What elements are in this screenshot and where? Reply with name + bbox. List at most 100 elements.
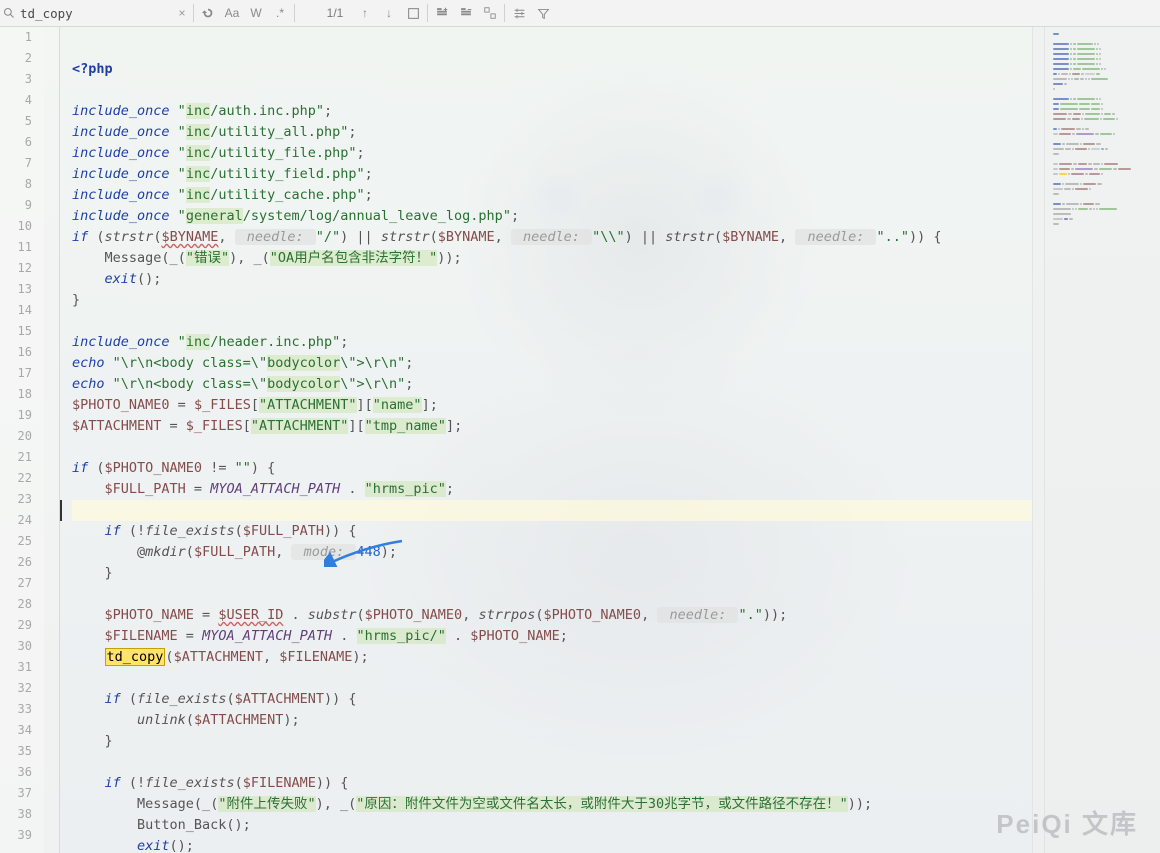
- code-line[interactable]: }: [72, 731, 1032, 752]
- line-number: 22: [0, 468, 32, 489]
- code-line[interactable]: include_once "general/system/log/annual_…: [72, 206, 1032, 227]
- code-line[interactable]: echo "\r\n<body class=\"bodycolor\">\r\n…: [72, 353, 1032, 374]
- line-number: 36: [0, 762, 32, 783]
- line-number: 9: [0, 195, 32, 216]
- line-number: 17: [0, 363, 32, 384]
- code-line[interactable]: [72, 80, 1032, 101]
- find-toolbar: td_copy × Aa W .* 1/1 ↑ ↓: [0, 0, 1160, 27]
- line-number: 21: [0, 447, 32, 468]
- code-line[interactable]: [72, 500, 1032, 521]
- code-line[interactable]: include_once "inc/header.inc.php";: [72, 332, 1032, 353]
- code-line[interactable]: <?php: [72, 59, 1032, 80]
- line-number: 4: [0, 90, 32, 111]
- line-number: 35: [0, 741, 32, 762]
- line-number: 6: [0, 132, 32, 153]
- line-number: 8: [0, 174, 32, 195]
- line-number: 24: [0, 510, 32, 531]
- code-line[interactable]: $FILENAME = MYOA_ATTACH_PATH . "hrms_pic…: [72, 626, 1032, 647]
- code-editor[interactable]: 1234567891011121314151617181920212223242…: [0, 27, 1160, 853]
- code-line[interactable]: if (!file_exists($FILENAME)) {: [72, 773, 1032, 794]
- match-count: 1/1: [317, 6, 353, 20]
- line-number: 18: [0, 384, 32, 405]
- minimap[interactable]: [1044, 27, 1160, 853]
- code-line[interactable]: }: [72, 290, 1032, 311]
- code-line[interactable]: include_once "inc/utility_field.php";: [72, 164, 1032, 185]
- line-number: 20: [0, 426, 32, 447]
- add-selection-icon[interactable]: [430, 1, 454, 25]
- code-line[interactable]: $PHOTO_NAME0 = $_FILES["ATTACHMENT"]["na…: [72, 395, 1032, 416]
- line-number: 14: [0, 300, 32, 321]
- code-line[interactable]: include_once "inc/utility_all.php";: [72, 122, 1032, 143]
- select-all-icon[interactable]: [401, 1, 425, 25]
- code-line[interactable]: if (!file_exists($FULL_PATH)) {: [72, 521, 1032, 542]
- code-area[interactable]: <?phpinclude_once "inc/auth.inc.php";inc…: [60, 27, 1032, 853]
- code-line[interactable]: include_once "inc/utility_cache.php";: [72, 185, 1032, 206]
- line-number: 1: [0, 27, 32, 48]
- line-number: 31: [0, 657, 32, 678]
- code-line[interactable]: Button_Back();: [72, 815, 1032, 836]
- regex-button[interactable]: .*: [268, 1, 292, 25]
- line-number: 30: [0, 636, 32, 657]
- line-number: 29: [0, 615, 32, 636]
- code-line[interactable]: $PHOTO_NAME = $USER_ID . substr($PHOTO_N…: [72, 605, 1032, 626]
- code-line[interactable]: td_copy($ATTACHMENT, $FILENAME);: [72, 647, 1032, 668]
- line-number: 7: [0, 153, 32, 174]
- code-line[interactable]: unlink($ATTACHMENT);: [72, 710, 1032, 731]
- line-number: 34: [0, 720, 32, 741]
- line-number: 26: [0, 552, 32, 573]
- select-occurrences-icon[interactable]: [478, 1, 502, 25]
- code-line[interactable]: Message(_("错误"), _("OA用户名包含非法字符！"));: [72, 248, 1032, 269]
- line-number: 23: [0, 489, 32, 510]
- line-number: 2: [0, 48, 32, 69]
- search-icon: [0, 7, 18, 19]
- code-line[interactable]: if (strstr($BYNAME, needle: "/") || strs…: [72, 227, 1032, 248]
- clear-search-icon[interactable]: ×: [173, 6, 191, 20]
- line-number: 13: [0, 279, 32, 300]
- code-line[interactable]: [72, 668, 1032, 689]
- code-line[interactable]: exit();: [72, 836, 1032, 853]
- code-line[interactable]: [72, 311, 1032, 332]
- code-line[interactable]: if ($PHOTO_NAME0 != "") {: [72, 458, 1032, 479]
- settings-icon[interactable]: [507, 1, 531, 25]
- line-number: 3: [0, 69, 32, 90]
- code-line[interactable]: [72, 437, 1032, 458]
- whole-word-button[interactable]: W: [244, 1, 268, 25]
- find-input[interactable]: td_copy: [18, 6, 173, 21]
- code-line[interactable]: @mkdir($FULL_PATH, mode: 448);: [72, 542, 1032, 563]
- code-line[interactable]: include_once "inc/utility_file.php";: [72, 143, 1032, 164]
- code-line[interactable]: }: [72, 563, 1032, 584]
- remove-selection-icon[interactable]: [454, 1, 478, 25]
- line-number: 12: [0, 258, 32, 279]
- code-line[interactable]: $ATTACHMENT = $_FILES["ATTACHMENT"]["tmp…: [72, 416, 1032, 437]
- line-number: 16: [0, 342, 32, 363]
- code-line[interactable]: [72, 752, 1032, 773]
- code-line[interactable]: if (file_exists($ATTACHMENT)) {: [72, 689, 1032, 710]
- code-line[interactable]: echo "\r\n<body class=\"bodycolor\">\r\n…: [72, 374, 1032, 395]
- line-number: 11: [0, 237, 32, 258]
- line-number: 5: [0, 111, 32, 132]
- line-number-gutter: 1234567891011121314151617181920212223242…: [0, 27, 44, 853]
- line-number: 10: [0, 216, 32, 237]
- line-number: 15: [0, 321, 32, 342]
- line-number: 33: [0, 699, 32, 720]
- prev-match-icon[interactable]: ↑: [353, 1, 377, 25]
- line-number: 19: [0, 405, 32, 426]
- line-number: 25: [0, 531, 32, 552]
- code-line[interactable]: $FULL_PATH = MYOA_ATTACH_PATH . "hrms_pi…: [72, 479, 1032, 500]
- history-icon[interactable]: [196, 1, 220, 25]
- code-line[interactable]: include_once "inc/auth.inc.php";: [72, 101, 1032, 122]
- code-line[interactable]: [72, 584, 1032, 605]
- line-number: 38: [0, 804, 32, 825]
- line-number: 39: [0, 825, 32, 846]
- code-line[interactable]: exit();: [72, 269, 1032, 290]
- filter-icon[interactable]: [531, 1, 555, 25]
- line-number: 32: [0, 678, 32, 699]
- line-number: 37: [0, 783, 32, 804]
- line-number: 27: [0, 573, 32, 594]
- next-match-icon[interactable]: ↓: [377, 1, 401, 25]
- match-case-button[interactable]: Aa: [220, 1, 244, 25]
- line-number: 28: [0, 594, 32, 615]
- vertical-scrollbar[interactable]: [1032, 27, 1044, 853]
- code-line[interactable]: Message(_("附件上传失败"), _("原因：附件文件为空或文件名太长，…: [72, 794, 1032, 815]
- fold-gutter[interactable]: [44, 27, 60, 853]
